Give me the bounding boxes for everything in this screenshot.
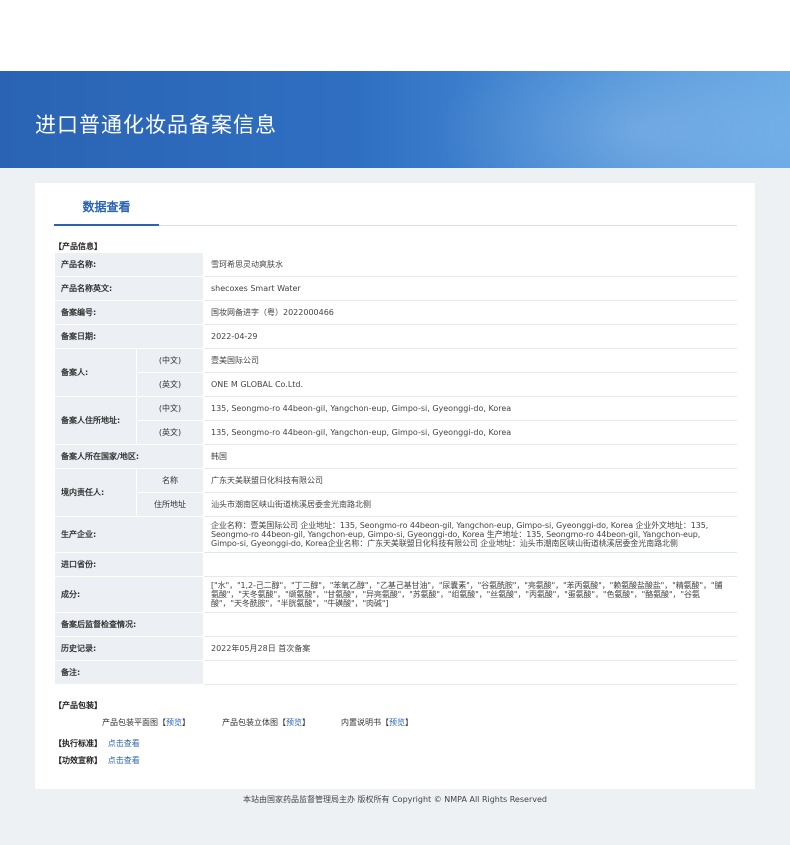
row-value: 企业名称：壹美国际公司 企业地址：135, Seongmo-ro 44beon-… [203, 516, 737, 553]
row-key: 备案编号: [54, 300, 204, 325]
table-row: (英文) ONE M GLOBAL Co.Ltd. [55, 372, 737, 397]
standard-view-link[interactable]: 点击查看 [108, 739, 140, 748]
efficacy-section: 【功效宣称】 点击查看 [54, 755, 140, 766]
table-row: 备注: [54, 660, 737, 685]
row-value [203, 552, 737, 577]
row-value: 135, Seongmo-ro 44beon-gil, Yangchon-eup… [203, 396, 737, 421]
row-key: 成分: [54, 576, 204, 613]
package-flat-label: 产品包装平面图 [102, 718, 158, 727]
table-row: 进口省份: [54, 552, 737, 577]
row-subkey: (中文) [136, 396, 204, 421]
row-key: 备案后监督检查情况: [54, 612, 204, 637]
manual-item: 内置说明书【预览】 [341, 717, 413, 728]
table-row: 住所地址 汕头市潮南区峡山街道桃溪居委金光南路北侧 [55, 492, 737, 517]
table-row: 备案人: (中文) 壹美国际公司 [54, 348, 737, 397]
row-subkey: 名称 [136, 468, 204, 493]
table-row: 成分: ["水"，"1,2-己二醇"，"丁二醇"，"苯氧乙醇"，"乙基己基甘油"… [54, 576, 737, 613]
row-value: 广东天美联盟日化科技有限公司 [203, 468, 737, 493]
row-value: 2022年05月28日 首次备案 [203, 636, 737, 661]
row-value: ONE M GLOBAL Co.Ltd. [203, 372, 737, 397]
footer-copyright: 本站由国家药品监督管理局主办 版权所有 Copyright © NMPA All… [243, 795, 547, 804]
row-key: 备案人住所地址: [54, 396, 137, 445]
row-value: shecoxes Smart Water [203, 276, 737, 301]
manual-preview-link[interactable]: 预览 [389, 718, 405, 727]
row-value: 韩国 [203, 444, 737, 469]
top-white-bar [0, 0, 790, 71]
row-value: ["水"，"1,2-己二醇"，"丁二醇"，"苯氧乙醇"，"乙基己基甘油"，"尿囊… [203, 576, 737, 613]
row-key: 备案日期: [54, 324, 204, 349]
efficacy-view-link[interactable]: 点击查看 [108, 756, 140, 765]
row-key: 备案人所在国家/地区: [54, 444, 204, 469]
row-key: 产品名称英文: [54, 276, 204, 301]
row-subkey: (英文) [136, 372, 204, 397]
table-row: 产品名称: 雪珂希思灵动爽肤水 [54, 252, 737, 277]
standard-section: 【执行标准】 点击查看 [54, 738, 140, 749]
package-stereo-preview-link[interactable]: 预览 [286, 718, 302, 727]
row-value: 壹美国际公司 [203, 348, 737, 373]
row-key: 备注: [54, 660, 204, 685]
row-value: 雪珂希思灵动爽肤水 [203, 252, 737, 277]
packaging-section-label: 【产品包装】 [54, 701, 102, 710]
bracket: 】 [182, 718, 190, 727]
standard-section-label: 【执行标准】 [54, 739, 102, 748]
row-value: 2022-04-29 [203, 324, 737, 349]
row-key: 产品名称: [54, 252, 204, 277]
package-stereo-label: 产品包装立体图 [222, 718, 278, 727]
row-key: 备案人: [54, 348, 137, 397]
page-banner: 进口普通化妆品备案信息 [0, 71, 790, 168]
tab-data-view[interactable]: 数据查看 [54, 183, 159, 226]
row-subkey: 住所地址 [136, 492, 204, 517]
row-subkey: (中文) [136, 348, 204, 373]
row-key: 境内责任人: [54, 468, 137, 517]
bracket: 】 [302, 718, 310, 727]
table-row: 境内责任人: 名称 广东天美联盟日化科技有限公司 [54, 468, 737, 517]
table-row: 备案编号: 国妆网备进字（粤）2022000466 [54, 300, 737, 325]
row-value [203, 660, 737, 685]
table-row: 产品名称英文: shecoxes Smart Water [54, 276, 737, 301]
page-title: 进口普通化妆品备案信息 [35, 113, 277, 137]
bracket: 【 [381, 718, 389, 727]
row-key: 历史记录: [54, 636, 204, 661]
bracket: 【 [278, 718, 286, 727]
row-value [203, 612, 737, 637]
row-value: 汕头市潮南区峡山街道桃溪居委金光南路北侧 [203, 492, 737, 517]
tab-bar: 数据查看 [54, 183, 737, 226]
product-info-table: 产品名称: 雪珂希思灵动爽肤水 产品名称英文: shecoxes Smart W… [54, 252, 737, 685]
package-flat-preview-link[interactable]: 预览 [166, 718, 182, 727]
table-row: (英文) 135, Seongmo-ro 44beon-gil, Yangcho… [55, 420, 737, 445]
package-stereo-item: 产品包装立体图【预览】 [222, 717, 310, 728]
row-value: 国妆网备进字（粤）2022000466 [203, 300, 737, 325]
table-row: 备案人住所地址: (中文) 135, Seongmo-ro 44beon-gil… [54, 396, 737, 445]
table-row: 备案后监督检查情况: [54, 612, 737, 637]
content-card: 数据查看 【产品信息】 产品名称: 雪珂希思灵动爽肤水 产品名称英文: shec… [35, 183, 755, 789]
row-subkey: (英文) [136, 420, 204, 445]
package-flat-item: 产品包装平面图【预览】 [102, 717, 190, 728]
product-info-section-label: 【产品信息】 [54, 242, 102, 251]
table-row: 备案人所在国家/地区: 韩国 [54, 444, 737, 469]
row-key: 进口省份: [54, 552, 204, 577]
bracket: 】 [405, 718, 413, 727]
row-value: 135, Seongmo-ro 44beon-gil, Yangchon-eup… [203, 420, 737, 445]
table-row: 历史记录: 2022年05月28日 首次备案 [54, 636, 737, 661]
table-row: 备案日期: 2022-04-29 [54, 324, 737, 349]
efficacy-section-label: 【功效宣称】 [54, 756, 102, 765]
table-row: 生产企业: 企业名称：壹美国际公司 企业地址：135, Seongmo-ro 4… [54, 516, 737, 553]
row-key: 生产企业: [54, 516, 204, 553]
bracket: 【 [158, 718, 166, 727]
manual-label: 内置说明书 [341, 718, 381, 727]
